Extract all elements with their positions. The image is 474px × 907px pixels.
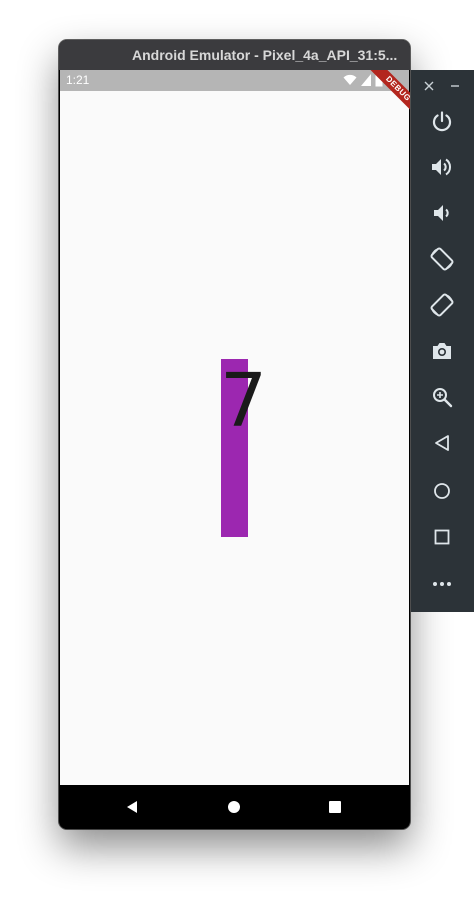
android-status-bar: 1:21: [60, 70, 409, 91]
power-button[interactable]: [428, 107, 456, 135]
debug-banner-label: DEBUG: [366, 70, 410, 114]
toolbar-back-button[interactable]: [428, 429, 456, 457]
volume-up-button[interactable]: [428, 153, 456, 181]
rotate-right-button[interactable]: [428, 291, 456, 319]
status-time: 1:21: [66, 73, 90, 87]
app-content[interactable]: 7: [60, 91, 409, 785]
zoom-button[interactable]: [428, 383, 456, 411]
nav-recents-button[interactable]: [325, 797, 345, 817]
nav-home-button[interactable]: [224, 797, 244, 817]
camera-icon: [433, 343, 451, 359]
volume-down-button[interactable]: [428, 199, 456, 227]
volume-up-icon: [432, 158, 452, 176]
rotate-right-icon: [430, 293, 454, 317]
home-icon: [228, 801, 240, 813]
toolbar-window-controls: [411, 74, 474, 96]
debug-banner: DEBUG: [366, 70, 410, 114]
close-icon[interactable]: [424, 81, 434, 91]
power-icon: [432, 111, 452, 132]
minimize-icon[interactable]: [450, 81, 460, 91]
toolbar-overview-button[interactable]: [428, 523, 456, 551]
rotate-left-icon: [430, 247, 454, 271]
toolbar-home-button[interactable]: [428, 477, 456, 505]
window-title: Android Emulator - Pixel_4a_API_31:5...: [132, 47, 398, 63]
emulator-toolbar: [411, 70, 474, 612]
home-icon: [434, 483, 450, 499]
more-icon: [433, 582, 451, 586]
volume-down-icon: [434, 205, 449, 221]
back-icon: [127, 801, 137, 813]
screenshot-button[interactable]: [428, 337, 456, 365]
back-icon: [435, 435, 449, 451]
counter-text: 7: [220, 358, 268, 444]
screen: Android Emulator - Pixel_4a_API_31:5... …: [0, 0, 474, 907]
recents-icon: [329, 801, 341, 813]
wifi-icon: [343, 74, 357, 85]
android-nav-bar: [60, 785, 409, 829]
overview-icon: [434, 529, 450, 545]
emulator-window: Android Emulator - Pixel_4a_API_31:5... …: [59, 40, 410, 829]
toolbar-more-button[interactable]: [428, 570, 456, 598]
nav-back-button[interactable]: [122, 797, 142, 817]
window-title-bar[interactable]: Android Emulator - Pixel_4a_API_31:5...: [59, 40, 410, 70]
rotate-left-button[interactable]: [428, 245, 456, 273]
zoom-icon: [433, 388, 453, 408]
